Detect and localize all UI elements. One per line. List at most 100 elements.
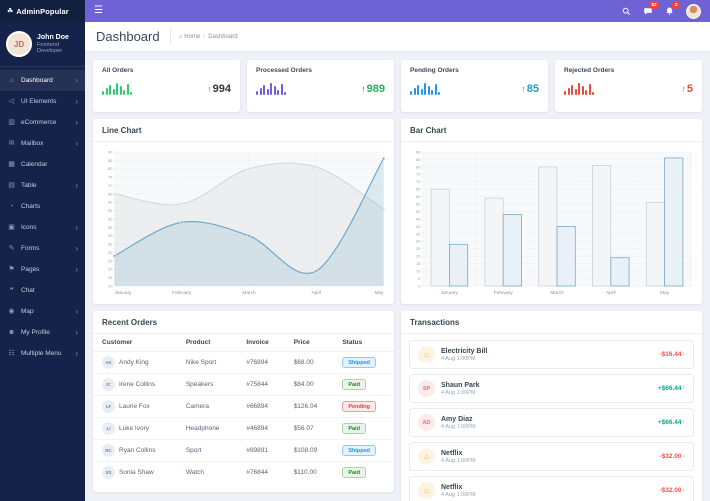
invoice-cell: #66894 <box>237 395 285 418</box>
sidebar-item-mailbox[interactable]: ✉ Mailbox › <box>0 133 85 154</box>
customer-name: Laurie Fox <box>119 403 150 410</box>
sidebar-item-forms[interactable]: ✎ Forms › <box>0 238 85 259</box>
chevron-right-icon: › <box>75 243 78 253</box>
spark-bar <box>413 88 416 95</box>
table-row[interactable]: LF Laurie Fox Camera #66894 $126.04 Pending <box>93 395 394 418</box>
spark-bar <box>571 85 573 95</box>
spark-bar <box>259 88 262 95</box>
list-item[interactable]: ⌂ Netflix 4 Aug 1:00PM -$32.00 ↓ <box>409 442 694 471</box>
sidebar: ☘ AdminPopular JD John Doe Frontend Deve… <box>0 0 85 501</box>
app-logo[interactable]: ☘ AdminPopular <box>0 0 85 22</box>
stat-value: ↑ 994 <box>207 84 231 95</box>
chevron-right-icon: › <box>75 306 78 316</box>
sidebar-item-calendar[interactable]: ▦ Calendar <box>0 154 85 175</box>
bell-icon[interactable]: 2 <box>665 1 680 16</box>
user-avatar[interactable]: JD <box>6 31 32 57</box>
transaction-meta: Netflix 4 Aug 1:00PM <box>441 484 476 498</box>
map-marker-icon: ◉ <box>8 308 15 315</box>
mini-bar-chart <box>564 81 594 95</box>
chevron-right-icon: › <box>203 33 206 40</box>
spark-bar <box>592 92 594 95</box>
amount-value: +$66.44 <box>657 419 682 426</box>
sidebar-item-pages[interactable]: ⚑ Pages › <box>0 259 85 280</box>
menu-toggle-icon[interactable]: ☰ <box>94 6 103 16</box>
table-row[interactable]: IC Irene Collins Speakers #75844 $84.00 Paid <box>93 373 394 396</box>
spark-bar <box>256 91 258 95</box>
transaction-date: 4 Aug 1:00PM <box>441 389 476 396</box>
svg-text:January: January <box>115 290 133 296</box>
sidebar-item-dashboard[interactable]: ⌂ Dashboard › <box>0 70 85 91</box>
messages-icon[interactable]: 62 <box>643 1 659 16</box>
price-cell: $126.04 <box>284 395 334 418</box>
svg-text:70: 70 <box>416 179 421 184</box>
home-icon: ⌂ <box>9 77 14 84</box>
price-cell: $56.07 <box>284 417 334 440</box>
spark-bar <box>427 86 430 95</box>
product-cell: Sport <box>176 439 238 462</box>
pie-chart-icon: ◔ <box>9 203 14 210</box>
svg-text:May: May <box>660 290 670 296</box>
profile-avatar[interactable] <box>686 3 701 19</box>
list-item[interactable]: ⌂ Electricity Bill 4 Aug 1:00PM -$16.44 ↓ <box>409 340 694 369</box>
customer-cell: RC Ryan Collins <box>93 439 177 462</box>
transaction-meta: Shaun Park 4 Aug 1:00PM <box>441 382 480 396</box>
envelope-icon: ✉ <box>8 140 15 147</box>
svg-text:February: February <box>172 290 192 296</box>
sidebar-item-label: Map <box>21 308 34 315</box>
page-header: Dashboard ⌂ Home › Dashboard <box>85 22 710 52</box>
leaf-icon: ☘ <box>7 7 14 15</box>
bar-chart-canvas: 0 5 10 15 20 25 30 35 40 45 50 55 60 65 70 75 80 85 90 Janu… <box>416 149 692 296</box>
recent-orders-title: Recent Orders <box>93 311 394 334</box>
spark-bar <box>119 86 122 95</box>
status-cell: Shipped <box>333 439 394 462</box>
invoice-cell: #75844 <box>237 373 285 396</box>
stat-title: All Orders <box>102 67 134 74</box>
table-row[interactable]: LI Luke Ivory Headphone #46894 $56.07 Paid <box>93 417 394 440</box>
sidebar-item-table[interactable]: ▤ Table › <box>0 175 85 196</box>
status-cell: Paid <box>333 373 394 396</box>
sidebar-item-my-profile[interactable]: ☻ My Profile › <box>0 322 85 343</box>
svg-text:55: 55 <box>416 202 421 207</box>
svg-text:50: 50 <box>416 209 421 214</box>
customer-avatar: LF <box>102 400 115 413</box>
sidebar-item-label: Dashboard <box>21 77 53 84</box>
table-row[interactable]: AK Andy King Nike Sport #76894 $68.00 Shipped <box>93 351 394 374</box>
icons-icon: ▣ <box>8 224 15 231</box>
svg-text:40: 40 <box>108 233 113 238</box>
list-item[interactable]: AD Amy Diaz 4 Aug 1:00PM +$66.44 ↑ <box>409 408 694 437</box>
status-cell: Pending <box>333 395 394 418</box>
transaction-name: Netflix <box>441 483 463 491</box>
customer-name: Sonia Shaw <box>119 469 154 476</box>
stat-card: Processed Orders ↑ 989 <box>247 60 394 112</box>
sidebar-item-label: eCommerce <box>21 119 57 126</box>
list-item[interactable]: ⌂ Netflix 4 Aug 1:00PM -$32.00 ↓ <box>409 476 694 501</box>
transaction-avatar: AD <box>418 414 435 431</box>
sidebar-item-multiple-menu[interactable]: ☷ Multiple Menu › <box>0 343 85 364</box>
sidebar-item-chat[interactable]: ❝ Chat <box>0 280 85 301</box>
list-item[interactable]: SP Shaun Park 4 Aug 1:00PM +$66.44 ↑ <box>409 374 694 403</box>
transaction-meta: Electricity Bill 4 Aug 1:00PM <box>441 348 487 362</box>
sidebar-item-map[interactable]: ◉ Map › <box>0 301 85 322</box>
pencil-icon: ✎ <box>8 245 15 252</box>
table-row[interactable]: SS Sonia Shaw Watch #76844 $110.00 Paid <box>93 462 394 484</box>
sidebar-item-icons[interactable]: ▣ Icons › <box>0 217 85 238</box>
breadcrumb-home[interactable]: ⌂ Home <box>179 34 201 40</box>
svg-text:February: February <box>494 290 514 296</box>
up-arrow-icon: ↑ <box>682 418 686 425</box>
table-row[interactable]: RC Ryan Collins Sport #89891 $108.09 Shipped <box>93 439 394 462</box>
product-cell: Nike Sport <box>176 351 238 374</box>
sidebar-item-label: Forms <box>21 245 40 252</box>
transaction-date: 4 Aug 1:00PM <box>441 423 476 430</box>
sidebar-item-charts[interactable]: ◔ Charts <box>0 196 85 217</box>
spark-bar <box>284 92 286 95</box>
megaphone-icon: ◁ <box>8 98 15 105</box>
stat-card: Pending Orders ↑ 85 <box>401 60 548 112</box>
svg-text:85: 85 <box>108 158 113 163</box>
search-icon[interactable] <box>622 7 631 16</box>
product-cell: Headphone <box>176 417 238 440</box>
sidebar-item-ui-elements[interactable]: ◁ UI Elements › <box>0 91 85 112</box>
sidebar-item-ecommerce[interactable]: ▥ eCommerce › <box>0 112 85 133</box>
stat-number: 994 <box>212 83 231 95</box>
spark-bar <box>410 91 412 95</box>
svg-text:15: 15 <box>108 275 113 280</box>
